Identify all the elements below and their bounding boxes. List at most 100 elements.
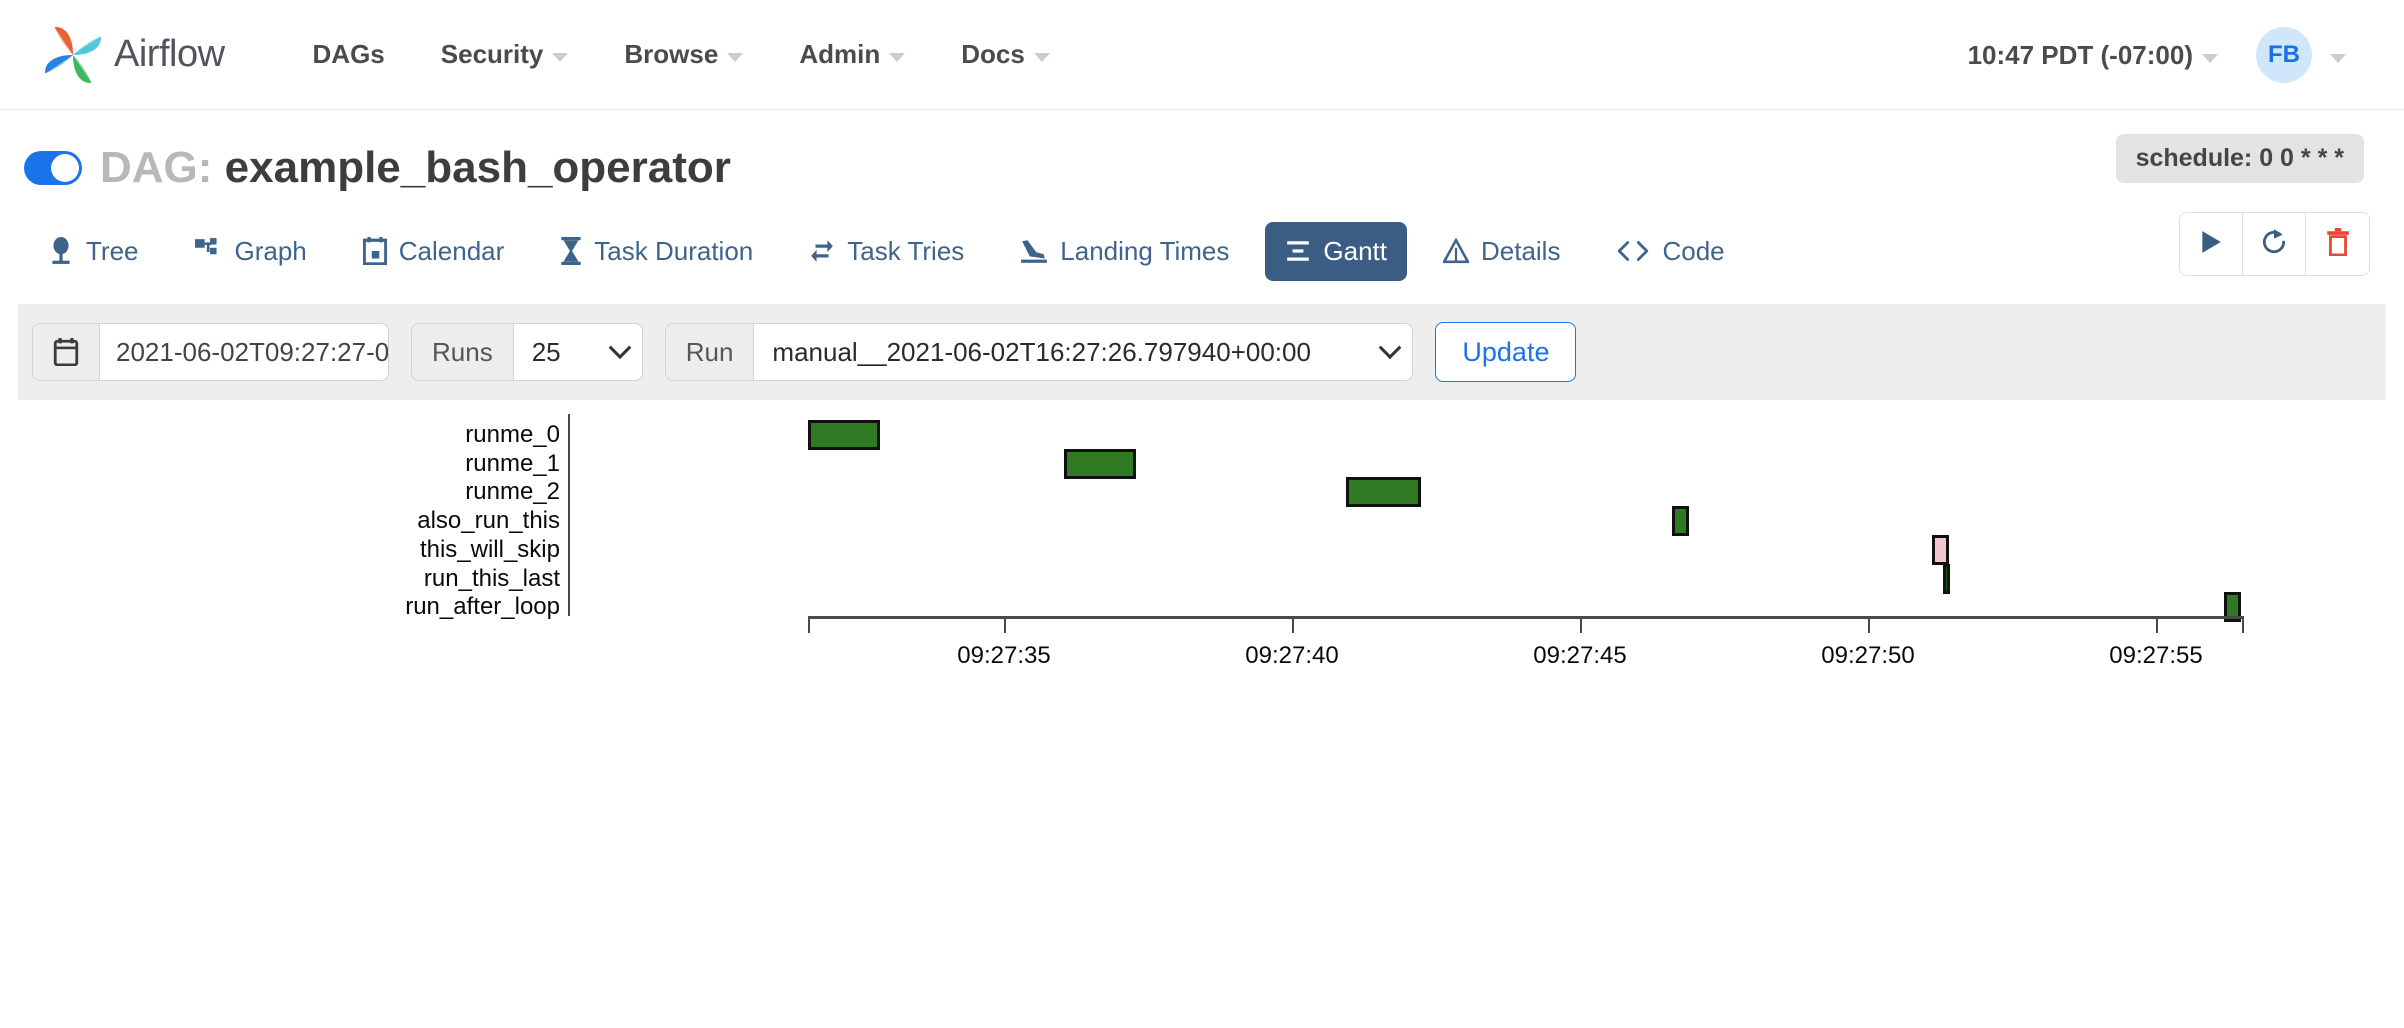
- tab-code[interactable]: Code: [1596, 222, 1744, 281]
- refresh-button[interactable]: [2243, 213, 2306, 275]
- gantt-x-tick-label: 09:27:45: [1533, 642, 1627, 669]
- dag-name-label: example_bash_operator: [224, 143, 731, 192]
- top-navbar: Airflow DAGs Security Browse Admin Docs …: [0, 0, 2404, 110]
- gantt-bar[interactable]: [1064, 448, 1136, 479]
- runs-value: 25: [531, 336, 561, 367]
- schedule-badge: schedule: 0 0 * * *: [2115, 134, 2364, 183]
- gantt-bar[interactable]: [808, 420, 880, 450]
- code-brackets-icon: [1616, 240, 1650, 262]
- tab-label: Tree: [86, 235, 139, 266]
- play-icon: [2199, 229, 2223, 260]
- nav-item-security[interactable]: Security: [413, 29, 597, 80]
- dag-pause-toggle[interactable]: [24, 151, 82, 185]
- gantt-x-tick: [1292, 616, 1294, 633]
- run-label: Run: [664, 323, 754, 381]
- base-date-group: 2021-06-02T09:27:27-0: [32, 323, 389, 381]
- nav-item-admin[interactable]: Admin: [771, 29, 933, 80]
- gantt-axis-cap: [2242, 616, 2244, 633]
- update-button[interactable]: Update: [1435, 322, 1577, 382]
- graph-icon: [194, 238, 223, 264]
- chevron-down-icon: [1379, 336, 1402, 360]
- tree-icon: [48, 237, 74, 265]
- gantt-chart: runme_0 runme_1 runme_2 also_run_this this_w…: [0, 400, 2404, 830]
- gantt-y-axis: [568, 414, 570, 616]
- gantt-bar[interactable]: [1943, 563, 1950, 594]
- runs-label: Runs: [411, 323, 513, 381]
- avatar-initials: FB: [2268, 41, 2300, 68]
- runs-select[interactable]: 25: [512, 323, 643, 381]
- navbar-right: 10:47 PDT (-07:00) FB: [1940, 0, 2374, 110]
- tab-task-duration[interactable]: Task Duration: [540, 222, 773, 281]
- gantt-axis-cap: [808, 616, 810, 633]
- chevron-down-icon: [1033, 53, 1050, 62]
- nav-item-dags[interactable]: DAGs: [285, 29, 413, 80]
- warning-triangle-icon: [1442, 238, 1469, 264]
- run-select[interactable]: manual__2021-06-02T16:27:26.797940+00:00: [753, 323, 1414, 381]
- base-date-value: 2021-06-02T09:27:27-0: [116, 336, 389, 367]
- nav-item-docs[interactable]: Docs: [933, 29, 1078, 80]
- tab-calendar[interactable]: Calendar: [343, 222, 525, 281]
- brand-home-link[interactable]: Airflow: [40, 22, 225, 88]
- chevron-down-icon: [889, 53, 906, 62]
- user-menu[interactable]: FB: [2222, 17, 2374, 93]
- tab-graph[interactable]: Graph: [175, 222, 327, 281]
- hourglass-icon: [560, 237, 582, 265]
- gantt-x-tick: [1580, 616, 1582, 633]
- gantt-bar[interactable]: [1672, 506, 1689, 537]
- gantt-x-axis: [808, 616, 2244, 619]
- run-value: manual__2021-06-02T16:27:26.797940+00:00: [772, 336, 1311, 367]
- gantt-icon: [1285, 238, 1311, 264]
- landing-plane-icon: [1020, 238, 1048, 264]
- tab-details[interactable]: Details: [1423, 222, 1580, 281]
- gantt-bar[interactable]: [1932, 534, 1949, 565]
- tab-label: Landing Times: [1060, 235, 1230, 266]
- clock-label: 10:47 PDT (-07:00): [1967, 39, 2193, 70]
- nav-links: DAGs Security Browse Admin Docs: [285, 29, 1078, 80]
- gantt-x-tick: [1004, 616, 1006, 633]
- gantt-x-tick: [1868, 616, 1870, 633]
- runs-group: Runs 25: [411, 323, 643, 381]
- gantt-x-tick-label: 09:27:40: [1245, 642, 1339, 669]
- gantt-x-tick-label: 09:27:50: [1821, 642, 1915, 669]
- tab-label: Calendar: [398, 235, 505, 266]
- tab-label: Code: [1662, 235, 1725, 266]
- base-date-input[interactable]: 2021-06-02T09:27:27-0: [99, 323, 389, 381]
- refresh-icon: [2260, 228, 2288, 261]
- gantt-task-label: runme_2: [465, 478, 560, 506]
- calendar-icon: [362, 237, 387, 265]
- trash-icon: [2326, 227, 2350, 261]
- tab-task-tries[interactable]: Task Tries: [789, 222, 984, 281]
- gantt-x-tick-label: 09:27:55: [2109, 642, 2203, 669]
- dag-view-tabs: Tree Graph Calendar Task Duration Task T…: [0, 190, 2404, 286]
- gantt-task-label: this_will_skip: [419, 535, 560, 563]
- gantt-filter-bar: 2021-06-02T09:27:27-0 Runs 25 Run manual…: [18, 304, 2386, 400]
- gantt-x-tick: [2156, 616, 2158, 633]
- gantt-bar[interactable]: [1346, 477, 1421, 508]
- chevron-down-icon: [2330, 53, 2346, 63]
- avatar: FB: [2256, 27, 2312, 83]
- page-title: DAG: example_bash_operator: [100, 146, 731, 190]
- toggle-knob: [51, 154, 79, 182]
- tab-label: Details: [1480, 235, 1561, 266]
- tab-gantt[interactable]: Gantt: [1265, 221, 1407, 281]
- retry-icon: [809, 238, 835, 264]
- dag-header: DAG: example_bash_operator schedule: 0 0…: [0, 110, 2404, 190]
- nav-item-label: Admin: [799, 39, 881, 69]
- brand-name: Airflow: [114, 33, 225, 75]
- trigger-dag-button[interactable]: [2180, 213, 2243, 275]
- gantt-x-tick-label: 09:27:35: [957, 642, 1051, 669]
- calendar-icon[interactable]: [32, 323, 99, 381]
- gantt-task-label: run_after_loop: [405, 593, 560, 621]
- tab-tree[interactable]: Tree: [28, 222, 159, 281]
- timezone-menu[interactable]: 10:47 PDT (-07:00): [1940, 30, 2222, 81]
- chevron-down-icon: [608, 336, 632, 360]
- nav-item-browse[interactable]: Browse: [596, 29, 771, 80]
- tab-landing-times[interactable]: Landing Times: [1000, 222, 1249, 281]
- gantt-task-label: runme_1: [465, 449, 560, 477]
- tab-label: Task Duration: [594, 235, 754, 266]
- nav-item-label: Docs: [961, 39, 1025, 69]
- delete-dag-button[interactable]: [2306, 213, 2369, 275]
- tab-label: Gantt: [1323, 235, 1387, 266]
- gantt-task-label: runme_0: [465, 421, 560, 448]
- tab-label: Task Tries: [847, 235, 965, 266]
